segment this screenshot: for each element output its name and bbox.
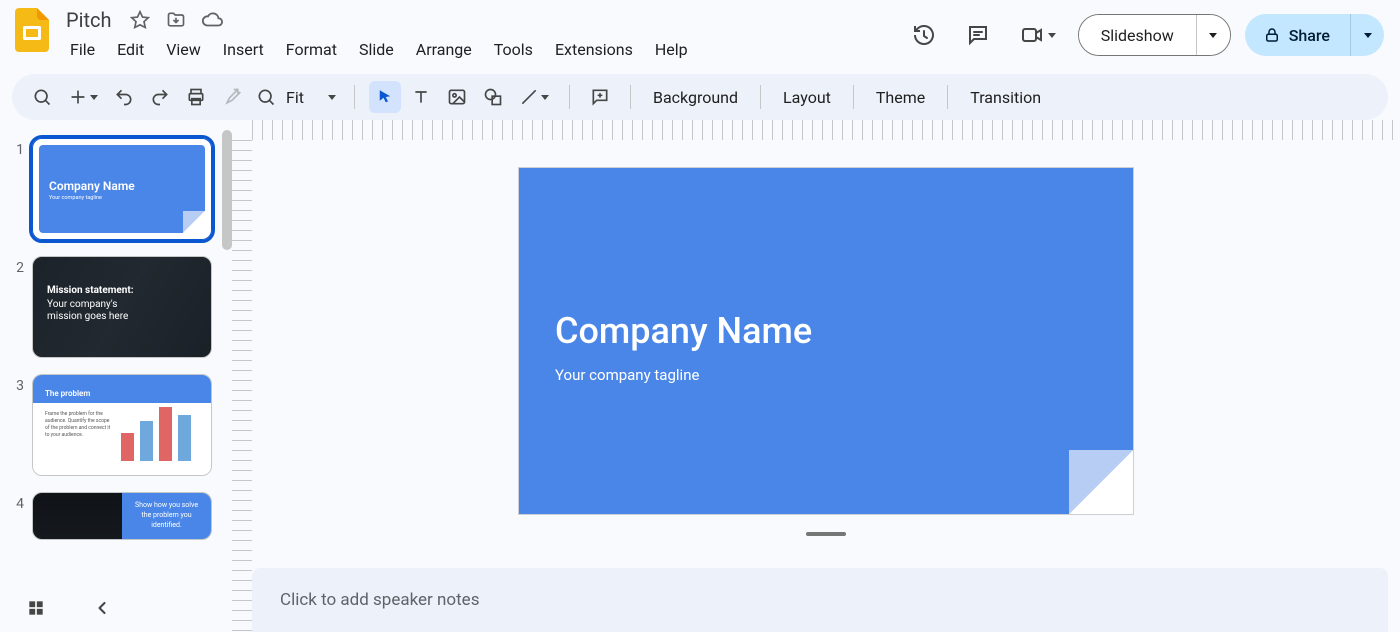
lock-icon xyxy=(1263,26,1281,44)
comment-add-button[interactable] xyxy=(584,81,616,113)
thumb-subtitle: Your company tagline xyxy=(49,195,102,201)
slide-title-text[interactable]: Company Name xyxy=(555,310,812,352)
menu-arrange[interactable]: Arrange xyxy=(406,36,482,63)
menu-help[interactable]: Help xyxy=(645,36,698,63)
line-tool[interactable] xyxy=(513,81,555,113)
slide-thumb-4[interactable]: Show how you solve the problem you ident… xyxy=(32,492,212,540)
speaker-notes-placeholder: Click to add speaker notes xyxy=(280,590,479,610)
redo-button[interactable] xyxy=(144,81,176,113)
chevron-down-icon xyxy=(541,95,549,100)
chevron-down-icon xyxy=(90,95,98,100)
thumb-chart xyxy=(121,405,191,461)
menu-slide[interactable]: Slide xyxy=(349,36,404,63)
new-slide-button[interactable] xyxy=(62,81,104,113)
thumb-line: Your company's xyxy=(47,299,117,310)
menu-tools[interactable]: Tools xyxy=(484,36,543,63)
zoom-control[interactable]: Fit xyxy=(252,81,340,113)
grid-view-button[interactable] xyxy=(18,590,54,626)
theme-button[interactable]: Theme xyxy=(868,84,933,111)
ruler-vertical[interactable] xyxy=(232,140,252,632)
transition-button[interactable]: Transition xyxy=(962,84,1049,111)
zoom-icon xyxy=(256,87,276,107)
menu-insert[interactable]: Insert xyxy=(213,36,274,63)
slide-thumb-2[interactable]: Mission statement: Your company's missio… xyxy=(32,256,212,358)
separator xyxy=(853,85,854,109)
star-icon[interactable] xyxy=(126,6,154,34)
titlebar: Pitch File Edit View Insert Format Slide… xyxy=(0,0,1400,70)
canvas-area: Company Name Your company tagline xyxy=(232,120,1400,632)
ruler-horizontal[interactable] xyxy=(252,120,1400,140)
chevron-down-icon xyxy=(1364,33,1372,38)
separator xyxy=(354,85,355,109)
menu-edit[interactable]: Edit xyxy=(107,36,154,63)
notes-resize-handle[interactable] xyxy=(806,532,846,536)
select-tool[interactable] xyxy=(369,81,401,113)
separator xyxy=(569,85,570,109)
move-folder-icon[interactable] xyxy=(162,6,190,34)
share-dropdown[interactable] xyxy=(1350,14,1384,56)
undo-button[interactable] xyxy=(108,81,140,113)
meet-present-button[interactable] xyxy=(1012,17,1064,53)
toolbar: Fit Background Layout Theme Transition xyxy=(12,74,1388,120)
layout-button[interactable]: Layout xyxy=(775,84,839,111)
paint-format-button xyxy=(216,81,248,113)
page-curl-decoration xyxy=(1069,450,1133,514)
separator xyxy=(947,85,948,109)
filmstrip-scrollbar[interactable] xyxy=(222,130,232,250)
doc-title[interactable]: Pitch xyxy=(60,6,118,34)
textbox-tool[interactable] xyxy=(405,81,437,113)
history-icon[interactable] xyxy=(904,15,944,55)
slide-number: 1 xyxy=(10,138,24,158)
shape-tool[interactable] xyxy=(477,81,509,113)
slide-number: 2 xyxy=(10,256,24,276)
search-menus-button[interactable] xyxy=(26,81,58,113)
separator xyxy=(760,85,761,109)
slide-thumb-3[interactable]: The problem Frame the problem for the au… xyxy=(32,374,212,476)
chevron-down-icon xyxy=(328,95,336,100)
share-button[interactable]: Share xyxy=(1245,14,1350,56)
image-tool[interactable] xyxy=(441,81,473,113)
comments-icon[interactable] xyxy=(958,15,998,55)
menu-view[interactable]: View xyxy=(156,36,211,63)
chevron-down-icon xyxy=(1048,33,1056,38)
thumb-body-text: Frame the problem for the audience. Quan… xyxy=(45,411,115,439)
slide-subtitle-text[interactable]: Your company tagline xyxy=(555,366,699,384)
separator xyxy=(630,85,631,109)
slide-number: 4 xyxy=(10,492,24,512)
slideshow-dropdown[interactable] xyxy=(1196,15,1230,55)
print-button[interactable] xyxy=(180,81,212,113)
share-label: Share xyxy=(1289,26,1330,45)
chevron-down-icon xyxy=(1209,33,1217,38)
menu-file[interactable]: File xyxy=(60,36,105,63)
slide-thumb-1[interactable]: Company Name Your company tagline xyxy=(32,138,212,240)
slide-number: 3 xyxy=(10,374,24,394)
thumb-title: The problem xyxy=(45,389,90,398)
filmstrip: 1 Company Name Your company tagline 2 Mi… xyxy=(0,120,232,632)
thumb-body-text: Show how you solve the problem you ident… xyxy=(122,501,211,530)
collapse-filmstrip-button[interactable] xyxy=(84,590,120,626)
thumb-line: mission goes here xyxy=(47,311,128,322)
menu-extensions[interactable]: Extensions xyxy=(545,36,643,63)
menu-format[interactable]: Format xyxy=(276,36,347,63)
menu-bar: File Edit View Insert Format Slide Arran… xyxy=(60,36,698,63)
speaker-notes[interactable]: Click to add speaker notes xyxy=(252,568,1388,632)
slides-logo[interactable] xyxy=(12,10,52,50)
thumb-title: Mission statement: xyxy=(47,285,134,296)
background-button[interactable]: Background xyxy=(645,84,746,111)
slideshow-button[interactable]: Slideshow xyxy=(1079,15,1196,55)
workspace: 1 Company Name Your company tagline 2 Mi… xyxy=(0,120,1400,632)
filmstrip-footer xyxy=(0,584,232,632)
slide-canvas[interactable]: Company Name Your company tagline xyxy=(519,168,1133,514)
zoom-value: Fit xyxy=(282,88,322,107)
thumb-title: Company Name xyxy=(49,179,135,193)
cloud-status-icon[interactable] xyxy=(198,6,226,34)
